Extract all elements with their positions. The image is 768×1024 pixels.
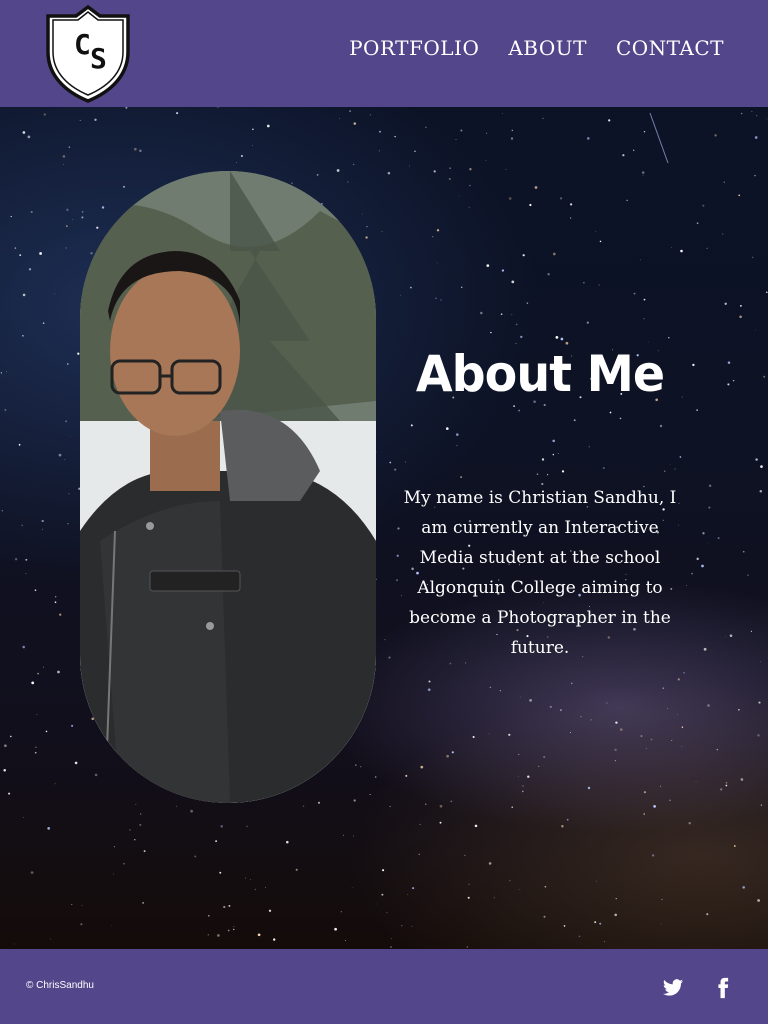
site-header: C S PORTFOLIO ABOUT CONTACT — [0, 0, 768, 107]
nav-about[interactable]: ABOUT — [508, 36, 587, 60]
main-nav: PORTFOLIO ABOUT CONTACT — [320, 36, 724, 60]
cs-shield-logo[interactable]: C S — [44, 4, 132, 103]
about-title: About Me — [415, 345, 665, 403]
profile-photo — [80, 171, 376, 803]
facebook-icon[interactable] — [712, 977, 734, 999]
nav-contact[interactable]: CONTACT — [616, 36, 724, 60]
svg-text:C: C — [74, 28, 91, 61]
about-hero-section: About Me My name is Christian Sandhu, I … — [0, 107, 768, 949]
copyright-text: © ChrisSandhu — [26, 980, 94, 991]
about-description: My name is Christian Sandhu, I am curren… — [403, 488, 677, 658]
site-footer: © ChrisSandhu — [0, 949, 768, 1024]
nav-portfolio[interactable]: PORTFOLIO — [349, 36, 479, 60]
svg-text:S: S — [90, 42, 107, 75]
twitter-icon[interactable] — [662, 977, 684, 999]
